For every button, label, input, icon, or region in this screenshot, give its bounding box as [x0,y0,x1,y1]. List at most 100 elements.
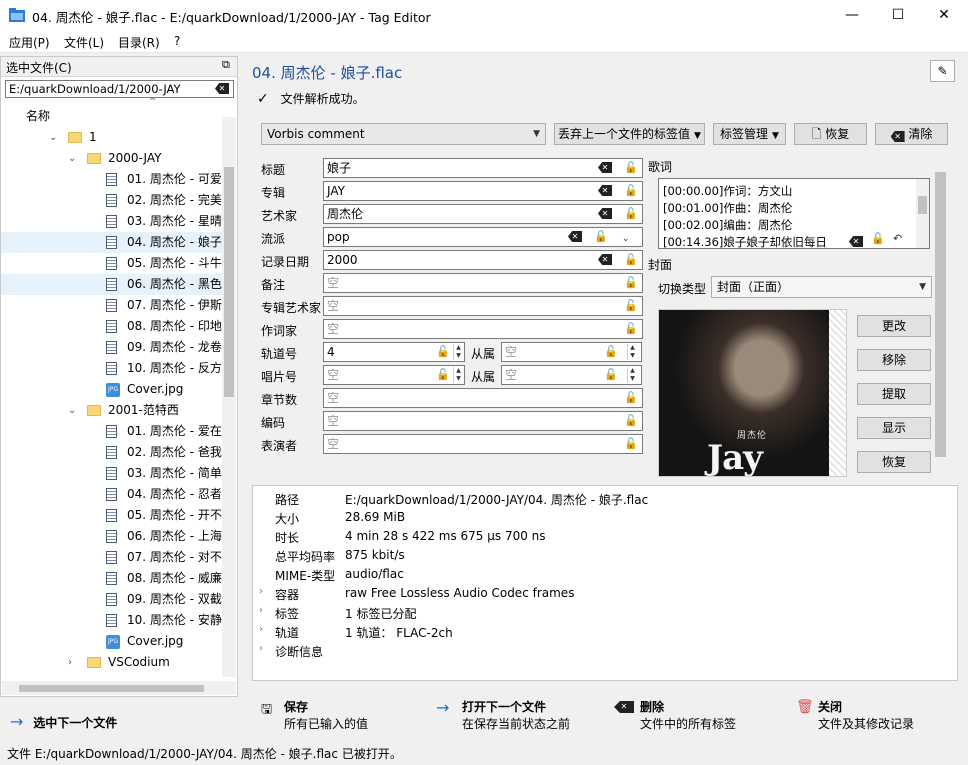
tree-file[interactable]: 06. 周杰伦 - 黑色 [1,274,222,295]
lock-icon[interactable]: 🔓 [624,252,638,268]
lock-icon[interactable]: 🔓 [624,390,638,406]
lock-icon[interactable]: 🔓 [624,183,638,199]
tree-file[interactable]: 01. 周杰伦 - 可爱 [1,169,222,190]
lyrics-scrollbar[interactable] [916,179,929,248]
info-row[interactable]: › 轨道 1 轨道： FLAC-2ch [253,624,953,642]
lock-icon[interactable]: 🔓 [594,229,608,245]
remove-cover-button[interactable]: 移除 [857,349,931,371]
tree-file[interactable]: 09. 周杰伦 - 双截 [1,589,222,610]
spinner-icon[interactable]: ▲ ▼ [453,367,463,383]
tree-file[interactable]: JPG Cover.jpg [1,631,222,652]
tag-field-input[interactable]: 周杰伦 ✕ 🔓 [323,204,643,224]
lock-icon[interactable]: 🔓 [624,275,638,291]
open-next-file-action[interactable]: → 打开下一个文件 在保存当前状态之前 [436,698,570,732]
clear-field-icon[interactable]: ✕ [568,231,582,242]
lock-icon[interactable]: 🔓 [624,436,638,452]
tree-file[interactable]: 10. 周杰伦 - 安静 [1,610,222,631]
clear-field-icon[interactable]: ✕ [598,185,612,196]
editor-vertical-scroll-thumb[interactable] [935,172,946,457]
clear-button[interactable]: ✕ 清除 [875,123,948,145]
chevron-down-icon[interactable]: ⌄ [622,231,630,247]
tree-folder[interactable]: › VSCodium [1,652,222,673]
info-row[interactable]: › 诊断信息 [253,643,953,661]
tree-vertical-scroll-thumb[interactable] [224,167,234,397]
tree-file[interactable]: 06. 周杰伦 - 上海 [1,526,222,547]
tag-field-input[interactable]: 4 🔓 ▲ ▼ [323,342,465,362]
tree-folder[interactable]: ⌄ 1 [1,127,222,148]
chevron-right-icon[interactable]: › [68,652,78,673]
chevron-down-icon[interactable]: ⌄ [68,400,78,421]
tree-file[interactable]: 09. 周杰伦 - 龙卷 [1,337,222,358]
maximize-button[interactable]: ☐ [875,0,921,31]
tree-file[interactable]: 10. 周杰伦 - 反方 [1,358,222,379]
lock-icon[interactable]: 🔓 [624,321,638,337]
lock-icon[interactable]: 🔓 [624,206,638,222]
show-cover-button[interactable]: 显示 [857,417,931,439]
edit-filename-button[interactable]: ✎ [930,60,955,82]
tag-field-input[interactable]: 娘子 ✕ 🔓 [323,158,643,178]
spinner-icon[interactable]: ▲ ▼ [627,367,637,383]
lock-icon[interactable]: 🔓 [624,160,638,176]
chevron-right-icon[interactable]: › [259,605,263,616]
chevron-down-icon[interactable]: ⌄ [49,127,59,148]
tree-file[interactable]: 07. 周杰伦 - 对不 [1,547,222,568]
tree-file[interactable]: 03. 周杰伦 - 简单 [1,463,222,484]
tag-field-input[interactable]: 空 🔓 [323,434,643,454]
chevron-right-icon[interactable]: › [259,643,263,654]
info-row[interactable]: › 容器 raw Free Lossless Audio Codec frames [253,586,953,604]
tag-field-input[interactable]: 空 🔓 ▲ ▼ [323,365,465,385]
close-file-action[interactable]: 🗑 关闭 文件及其修改记录 [796,698,914,732]
tree-folder[interactable]: ⌄ 2000-JAY [1,148,222,169]
extract-cover-button[interactable]: 提取 [857,383,931,405]
minimize-button[interactable]: — [829,0,875,31]
tree-file[interactable]: 05. 周杰伦 - 开不 [1,505,222,526]
menu-directory[interactable]: 目录(R) [118,34,160,51]
of-total-input[interactable]: 空 🔓 ▲ ▼ [501,365,642,385]
clear-lyrics-icon[interactable]: ✕ [849,236,863,247]
tag-field-input[interactable]: 空 🔓 [323,296,643,316]
lock-icon[interactable]: 🔓 [604,344,618,360]
restore-button[interactable]: 🗋 恢复 [794,123,867,145]
tree-file[interactable]: 02. 周杰伦 - 完美 [1,190,222,211]
clear-field-icon[interactable]: ✕ [598,254,612,265]
change-cover-button[interactable]: 更改 [857,315,931,337]
clear-field-icon[interactable]: ✕ [598,208,612,219]
lyrics-list[interactable]: [00:00.00]作词：方文山 [00:01.00]作曲：周杰伦 [00:02… [658,178,930,249]
discard-previous-tags-button[interactable]: 丢弃上一个文件的标签值 ▼ [554,123,705,145]
menu-app[interactable]: 应用(P) [9,34,50,51]
tree-file[interactable]: 03. 周杰伦 - 星晴 [1,211,222,232]
tree-file[interactable]: 01. 周杰伦 - 爱在 [1,421,222,442]
spinner-icon[interactable]: ▲ ▼ [453,344,463,360]
tag-field-input[interactable]: 空 🔓 [323,319,643,339]
spinner-icon[interactable]: ▲ ▼ [627,344,637,360]
of-total-input[interactable]: 空 🔓 ▲ ▼ [501,342,642,362]
tag-field-input[interactable]: 空 🔓 [323,388,643,408]
chevron-down-icon[interactable]: ⌄ [68,148,78,169]
tag-field-input[interactable]: 空 🔓 [323,411,643,431]
select-next-file-action[interactable]: → 选中下一个文件 [10,712,117,731]
tree-file[interactable]: 07. 周杰伦 - 伊斯 [1,295,222,316]
clear-field-icon[interactable]: ✕ [598,162,612,173]
tag-field-input[interactable]: 2000 ✕ 🔓 [323,250,643,270]
lock-icon[interactable]: 🔓 [624,298,638,314]
tree-file[interactable]: 05. 周杰伦 - 斗牛 [1,253,222,274]
tree-file[interactable]: 04. 周杰伦 - 忍者 [1,484,222,505]
tree-folder[interactable]: ⌄ 2001-范特西 [1,400,222,421]
tree-file[interactable]: 02. 周杰伦 - 爸我 [1,442,222,463]
lock-icon[interactable]: 🔓 [604,367,618,383]
undock-icon[interactable]: ⧉ [222,58,230,72]
undo-icon[interactable]: ↶ [893,232,902,245]
tree-file[interactable]: 08. 周杰伦 - 威廉 [1,568,222,589]
tag-management-button[interactable]: 标签管理 ▼ [713,123,786,145]
lyrics-scroll-thumb[interactable] [918,196,927,214]
tree-file[interactable]: 04. 周杰伦 - 娘子 [1,232,222,253]
tag-field-input[interactable]: pop ✕ 🔓 ⌄ [323,227,643,247]
menu-file[interactable]: 文件(L) [64,34,104,51]
restore-cover-button[interactable]: 恢复 [857,451,931,473]
tag-field-input[interactable]: 空 🔓 [323,273,643,293]
lock-icon[interactable]: 🔓 [871,232,885,245]
lock-icon[interactable]: 🔓 [624,413,638,429]
cover-type-select[interactable]: 封面（正面） ▼ [711,276,932,298]
chevron-right-icon[interactable]: › [259,624,263,635]
tag-format-select[interactable]: Vorbis comment ▼ [261,123,546,145]
